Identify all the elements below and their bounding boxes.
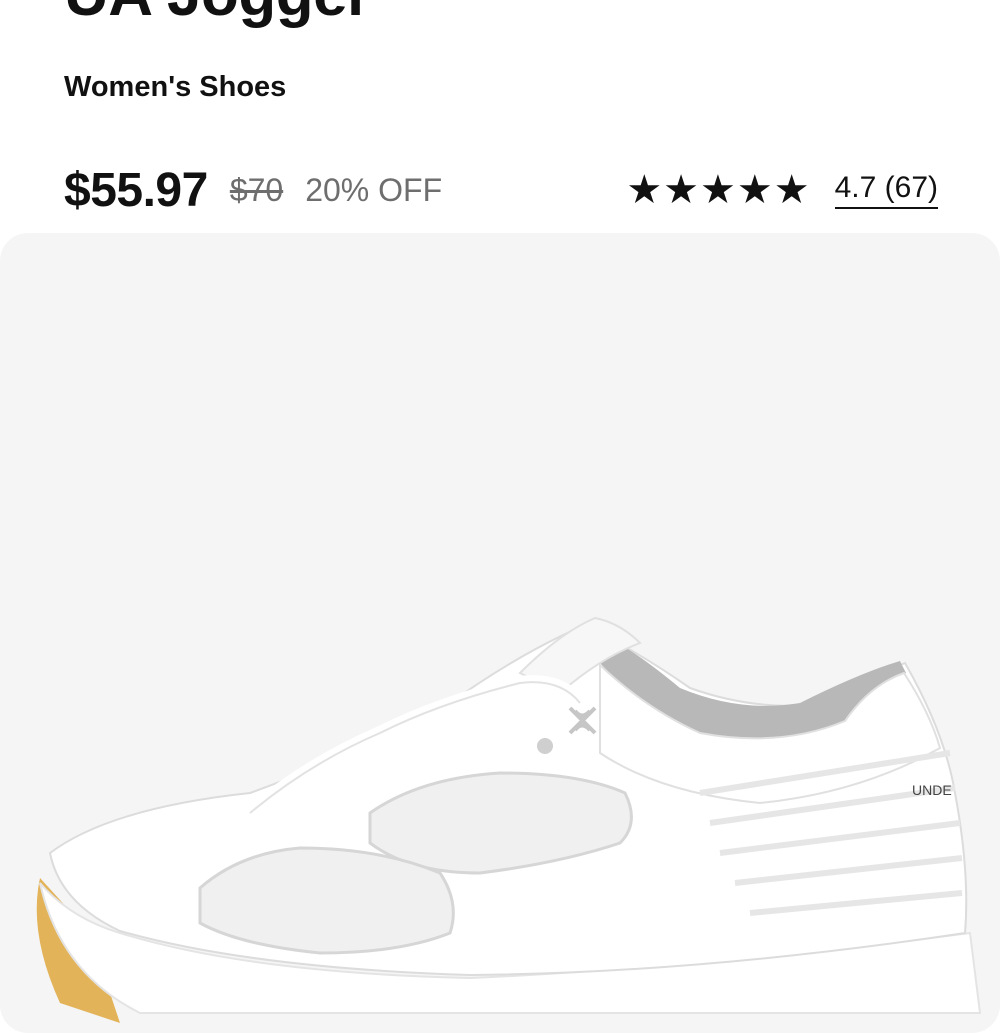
current-price: $55.97 [64,163,208,217]
discount-label: 20% OFF [305,171,443,208]
original-price: $70 [229,171,284,208]
product-title: UA Jogger [64,0,371,26]
rating: ★ ★ ★ ★ ★ 4.7 (67) [626,164,938,216]
reviews-link[interactable]: 4.7 (67) [834,171,938,209]
star-icon: ★ [626,168,663,212]
rating-stars: ★ ★ ★ ★ ★ [626,170,810,210]
star-icon: ★ [773,168,810,212]
star-icon: ★ [700,168,736,212]
brand-text: UNDE [912,782,952,798]
star-icon: ★ [736,168,773,212]
product-image: UNDE [36,616,982,1023]
star-icon: ★ [663,168,700,212]
price-row: $55.97 $70 20% OFF [64,160,442,220]
product-subtitle: Women's Shoes [64,71,287,103]
product-image-panel[interactable]: UNDE [0,233,1000,1033]
